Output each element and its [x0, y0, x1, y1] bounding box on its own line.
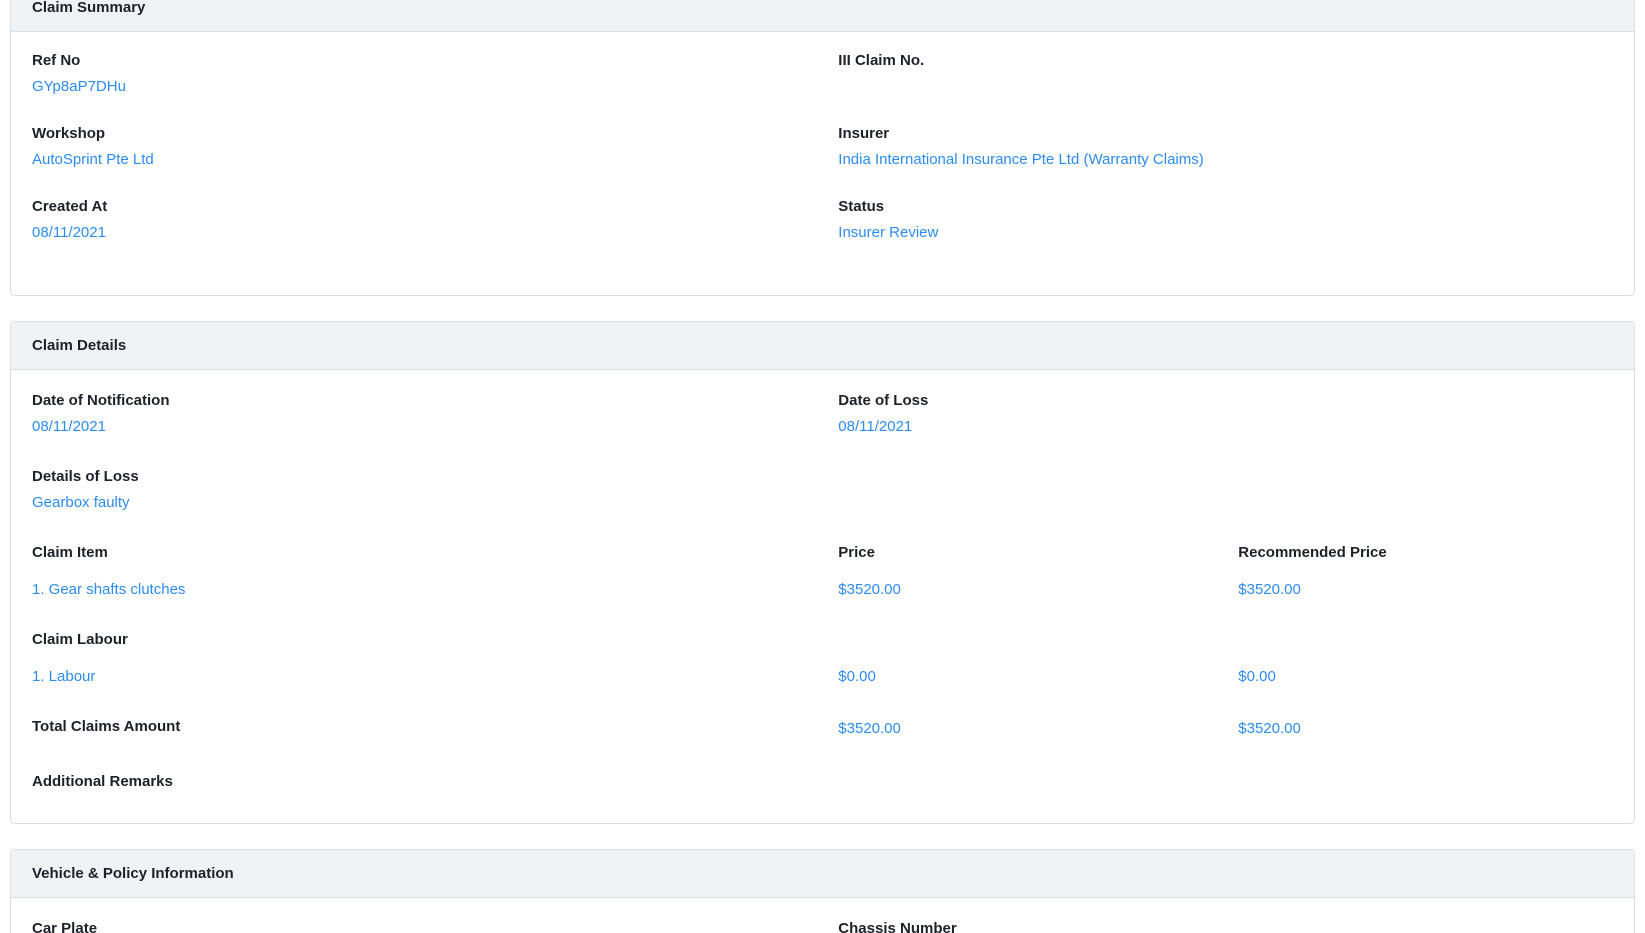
status-label: Status — [838, 196, 1613, 217]
details-row-claim-item: Claim Item 1. Gear shafts clutches Price… — [32, 542, 1613, 600]
created-at-label: Created At — [32, 196, 838, 217]
field-claim-labour-recommended-price: $0.00 — [1238, 629, 1613, 687]
field-additional-remarks: Additional Remarks — [32, 771, 838, 797]
claim-labour-label: Claim Labour — [32, 629, 838, 650]
claim-summary-body: Ref No GYp8aP7DHu III Claim No. Workshop… — [11, 32, 1634, 295]
summary-row-3: Created At 08/11/2021 Status Insurer Rev… — [32, 196, 1613, 243]
recommended-price-label: Recommended Price — [1238, 542, 1613, 563]
price-label: Price — [838, 542, 1238, 563]
ref-no-label: Ref No — [32, 50, 838, 71]
field-iii-claim-no: III Claim No. — [838, 50, 1613, 97]
claim-summary-header: Claim Summary — [11, 0, 1634, 32]
vehicle-row-1: Car Plate SGV8188R Chassis Number AGH300… — [32, 918, 1613, 933]
claim-details-body: Date of Notification 08/11/2021 Date of … — [11, 370, 1634, 823]
claim-summary-card: Claim Summary Ref No GYp8aP7DHu III Clai… — [10, 0, 1635, 296]
date-of-notification-label: Date of Notification — [32, 390, 838, 411]
summary-row-2: Workshop AutoSprint Pte Ltd Insurer Indi… — [32, 123, 1613, 170]
claim-labour-value: 1. Labour — [32, 666, 838, 687]
claim-view-page: Claim Summary Ref No GYp8aP7DHu III Clai… — [0, 0, 1645, 933]
car-plate-label: Car Plate — [32, 918, 838, 933]
field-claim-labour-price: $0.00 — [838, 629, 1238, 687]
field-total-recommended-price: $3520.00 — [1238, 716, 1613, 742]
field-date-of-notification: Date of Notification 08/11/2021 — [32, 390, 838, 437]
details-of-loss-label: Details of Loss — [32, 466, 838, 487]
vehicle-policy-header: Vehicle & Policy Information — [11, 850, 1634, 898]
vehicle-policy-body: Car Plate SGV8188R Chassis Number AGH300… — [11, 898, 1634, 933]
details-row-loss-spacer — [838, 466, 1613, 513]
date-of-loss-label: Date of Loss — [838, 390, 1613, 411]
date-of-notification-value: 08/11/2021 — [32, 416, 838, 437]
field-claim-item: Claim Item 1. Gear shafts clutches — [32, 542, 838, 600]
field-date-of-loss: Date of Loss 08/11/2021 — [838, 390, 1613, 437]
field-price: Price $3520.00 — [838, 542, 1238, 600]
field-insurer: Insurer India International Insurance Pt… — [838, 123, 1613, 170]
summary-row-1: Ref No GYp8aP7DHu III Claim No. — [32, 50, 1613, 97]
insurer-value: India International Insurance Pte Ltd (W… — [838, 149, 1613, 170]
details-row-dates: Date of Notification 08/11/2021 Date of … — [32, 390, 1613, 437]
status-value: Insurer Review — [838, 222, 1613, 243]
ref-no-value: GYp8aP7DHu — [32, 76, 838, 97]
total-price-value: $3520.00 — [838, 718, 1238, 739]
details-row-remarks-spacer — [838, 771, 1613, 797]
total-recommended-price-value: $3520.00 — [1238, 718, 1613, 739]
claim-details-card: Claim Details Date of Notification 08/11… — [10, 321, 1635, 824]
total-claims-amount-label: Total Claims Amount — [32, 716, 838, 737]
claim-labour-price-value: $0.00 — [838, 666, 1238, 687]
vehicle-policy-card: Vehicle & Policy Information Car Plate S… — [10, 849, 1635, 933]
field-status: Status Insurer Review — [838, 196, 1613, 243]
details-row-remarks: Additional Remarks — [32, 771, 1613, 797]
workshop-value: AutoSprint Pte Ltd — [32, 149, 838, 170]
insurer-label: Insurer — [838, 123, 1613, 144]
iii-claim-no-value — [838, 76, 1613, 97]
field-details-of-loss: Details of Loss Gearbox faulty — [32, 466, 838, 513]
details-of-loss-value: Gearbox faulty — [32, 492, 838, 513]
date-of-loss-value: 08/11/2021 — [838, 416, 1613, 437]
field-car-plate: Car Plate SGV8188R — [32, 918, 838, 933]
field-ref-no: Ref No GYp8aP7DHu — [32, 50, 838, 97]
field-total-price: $3520.00 — [838, 716, 1238, 742]
claim-details-header: Claim Details — [11, 322, 1634, 370]
iii-claim-no-label: III Claim No. — [838, 50, 1613, 71]
details-row-loss: Details of Loss Gearbox faulty — [32, 466, 1613, 513]
chassis-number-label: Chassis Number — [838, 918, 1613, 933]
field-claim-labour: Claim Labour 1. Labour — [32, 629, 838, 687]
details-row-total: Total Claims Amount $3520.00 $3520.00 — [32, 716, 1613, 742]
field-workshop: Workshop AutoSprint Pte Ltd — [32, 123, 838, 170]
field-total-claims-amount: Total Claims Amount — [32, 716, 838, 742]
field-recommended-price: Recommended Price $3520.00 — [1238, 542, 1613, 600]
field-chassis-number: Chassis Number AGH300344143 — [838, 918, 1613, 933]
price-value: $3520.00 — [838, 579, 1238, 600]
claim-item-label: Claim Item — [32, 542, 838, 563]
field-created-at: Created At 08/11/2021 — [32, 196, 838, 243]
additional-remarks-label: Additional Remarks — [32, 771, 838, 792]
workshop-label: Workshop — [32, 123, 838, 144]
created-at-value: 08/11/2021 — [32, 222, 838, 243]
details-row-claim-labour: Claim Labour 1. Labour $0.00 $0.00 — [32, 629, 1613, 687]
claim-labour-recommended-price-value: $0.00 — [1238, 666, 1613, 687]
claim-item-value: 1. Gear shafts clutches — [32, 579, 838, 600]
recommended-price-value: $3520.00 — [1238, 579, 1613, 600]
